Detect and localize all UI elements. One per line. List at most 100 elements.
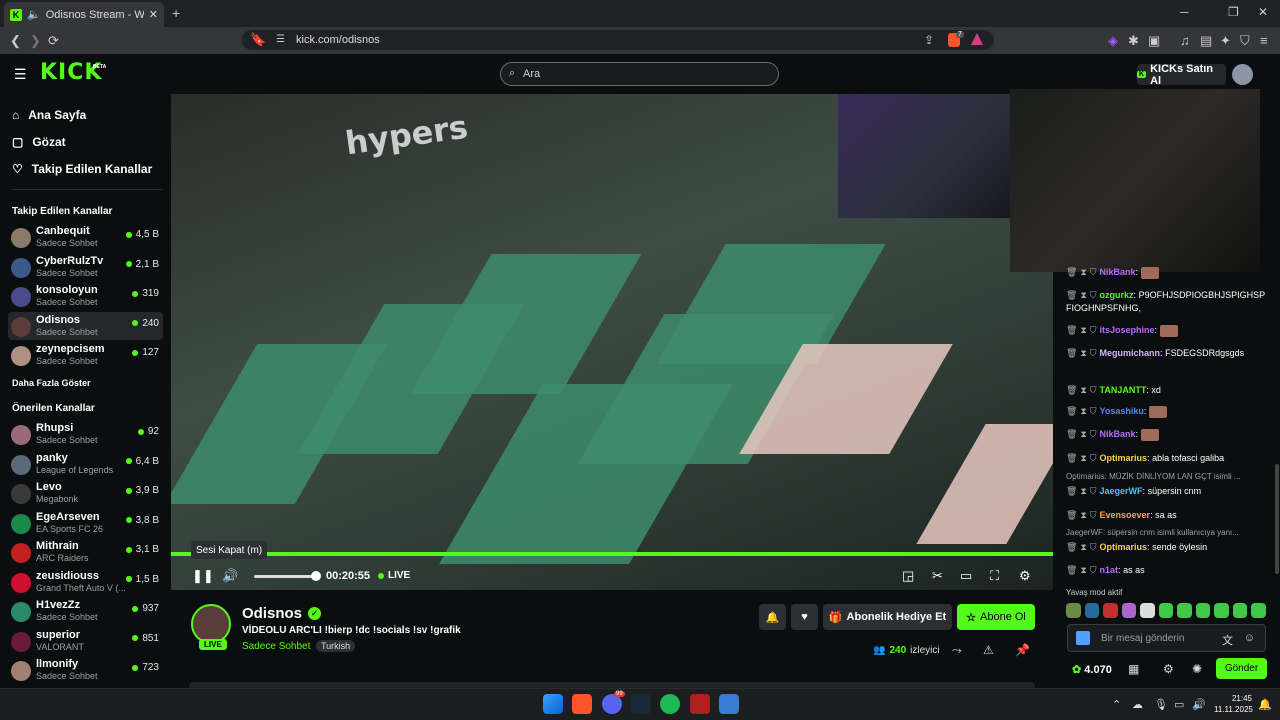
settings-taskbar-icon[interactable] (719, 694, 739, 714)
chat-message[interactable]: 🗑 ⧗ ⛉ ozgurkz: P9OFHJSDPIOGBHJSPIGHSPFIOGHN… (1066, 289, 1270, 315)
ban-icon[interactable]: ⛉ (1090, 542, 1097, 552)
reload-button[interactable]: ⟳ (48, 33, 59, 49)
timeout-icon[interactable]: ⧗ (1080, 429, 1086, 439)
browser-tab[interactable]: K 🔈 Odisnos Stream - Watch Live ✕ (4, 2, 164, 27)
timeout-icon[interactable]: ⧗ (1080, 385, 1086, 395)
emote-icon[interactable] (1066, 603, 1081, 618)
follow-button[interactable]: ♥ (791, 604, 818, 630)
streamer-name[interactable]: Odisnos ✓ (242, 605, 322, 622)
miniplayer-icon[interactable]: ◲ (902, 568, 914, 584)
timeout-icon[interactable]: ⧗ (1080, 486, 1086, 496)
delete-icon[interactable]: 🗑 (1066, 510, 1077, 520)
chat-message[interactable]: 🗑 ⧗ ⛉ NikBank: (1066, 428, 1270, 441)
sidebar-channel-canbequit[interactable]: Canbequit Sadece Sohbet 4,5 B (8, 223, 163, 251)
chat-username[interactable]: Yosashiku (1100, 406, 1144, 416)
delete-icon[interactable]: 🗑 (1066, 325, 1077, 335)
theater-icon[interactable]: ▭ (960, 568, 972, 584)
translate-icon[interactable]: 文 (1222, 632, 1233, 648)
store-icon[interactable]: ▦ (1128, 662, 1139, 676)
timeout-icon[interactable]: ⧗ (1080, 348, 1086, 358)
tab-close-icon[interactable]: ✕ (149, 8, 158, 21)
ban-icon[interactable]: ⛉ (1090, 429, 1097, 439)
chat-username[interactable]: itsJosephine (1100, 325, 1155, 335)
chat-message[interactable]: 🗑 ⧗ ⛉ Megumichann: FSDEGSDRdgsgds (1066, 347, 1270, 360)
chat-message[interactable]: 🗑 ⧗ ⛉ n1at: as as (1066, 564, 1270, 577)
emoji-icon[interactable]: ☺ (1244, 632, 1255, 644)
report-icon[interactable]: ⚠ (983, 643, 994, 657)
sidebar-channel-mithrain[interactable]: Mithrain ARC Raiders 3,1 B (8, 538, 163, 566)
nav-following[interactable]: ♡ Takip Edilen Kanallar (12, 162, 152, 176)
emote-icon[interactable] (1195, 603, 1211, 618)
gift-sub-button[interactable]: 🎁 Abonelik Hediye Et (823, 604, 952, 630)
pin-icon[interactable]: 📌 (1015, 643, 1030, 657)
subscribe-button[interactable]: ☆ Abone Ol (957, 604, 1035, 630)
nav-browse[interactable]: ▢ Gözat (12, 135, 66, 149)
wallet-icon[interactable]: ▤ (1200, 33, 1212, 49)
new-tab-button[interactable]: + (172, 5, 180, 21)
delete-icon[interactable]: 🗑 (1066, 267, 1077, 277)
emote-icon[interactable] (1251, 603, 1267, 618)
timeout-icon[interactable]: ⧗ (1080, 565, 1086, 575)
chat-message[interactable]: 🗑 ⧗ ⛉ Optimarius: abla tofasci galiba (1066, 452, 1270, 465)
ban-icon[interactable]: ⛉ (1090, 385, 1097, 395)
sidebar-channel-levo[interactable]: Levo Megabonk 3,9 B (8, 479, 163, 507)
timeout-icon[interactable]: ⧗ (1080, 290, 1086, 300)
sidebar-channel-rhupsi[interactable]: Rhupsi Sadece Sohbet 92 (8, 420, 163, 448)
twitch-ext-icon[interactable]: ◈ (1108, 33, 1118, 49)
delete-icon[interactable]: 🗑 (1066, 542, 1077, 552)
vpn-icon[interactable]: ⛉ (1240, 33, 1250, 49)
delete-icon[interactable]: 🗑 (1066, 290, 1077, 300)
chat-message[interactable]: 🗑 ⧗ ⛉ Yosashiku: (1066, 405, 1270, 418)
emote-icon[interactable] (1214, 603, 1229, 618)
brave-taskbar-icon[interactable] (572, 694, 592, 714)
tray-chevron-icon[interactable]: ⌃ (1112, 698, 1121, 711)
chat-settings-icon[interactable]: ⚙ (1163, 662, 1174, 676)
chat-username[interactable]: Optimarius (1100, 542, 1148, 552)
show-more-link[interactable]: Daha Fazla Göster (12, 378, 91, 388)
delete-icon[interactable]: 🗑 (1066, 429, 1077, 439)
volume-slider[interactable] (254, 575, 316, 578)
ai-icon[interactable]: ✦ (1220, 33, 1231, 49)
chat-username[interactable]: Evensoever (1100, 510, 1151, 520)
timeout-icon[interactable]: ⧗ (1080, 406, 1086, 416)
chat-message[interactable]: 🗑 ⧗ ⛉ TANJANTT: xd (1066, 384, 1270, 397)
notification-bell-button[interactable]: 🔔 (759, 604, 786, 630)
site-info-icon[interactable]: ☰ (276, 34, 285, 45)
streamer-avatar[interactable] (191, 604, 231, 644)
channel-points[interactable]: ✿ 4.070 (1072, 663, 1112, 676)
menu-icon[interactable]: ≡ (1260, 33, 1268, 48)
fullscreen-icon[interactable]: ⛶ (990, 568, 999, 584)
maximize-button[interactable]: ❐ (1228, 5, 1239, 19)
sidebar-channel-cyberrulztv[interactable]: CyberRulzTv Sadece Sohbet 2,1 B (8, 253, 163, 281)
bookmark-icon[interactable]: 🔖 (250, 32, 266, 48)
spotify-taskbar-icon[interactable] (660, 694, 680, 714)
clip-icon[interactable]: ✂ (932, 568, 943, 584)
app-taskbar-icon[interactable] (690, 694, 710, 714)
emote-icon[interactable] (1084, 603, 1100, 618)
minimize-button[interactable]: ─ (1180, 5, 1189, 19)
delete-icon[interactable]: 🗑 (1066, 565, 1077, 575)
mic-icon[interactable]: 🎙 (1154, 698, 1168, 711)
ban-icon[interactable]: ⛉ (1090, 267, 1097, 277)
video-progress-bar[interactable] (171, 552, 1053, 556)
sidebar-channel-zeusidiouss[interactable]: zeusidiouss Grand Theft Auto V (... 1,5 B (8, 568, 163, 596)
delete-icon[interactable]: 🗑 (1066, 406, 1077, 416)
emote-icon[interactable] (1177, 603, 1192, 618)
timeout-icon[interactable]: ⧗ (1080, 510, 1086, 520)
settings-icon[interactable]: ⚙ (1019, 568, 1031, 584)
cloud-icon[interactable]: ☁ (1132, 698, 1143, 711)
ban-icon[interactable]: ⛉ (1090, 565, 1097, 575)
delete-icon[interactable]: 🗑 (1066, 348, 1077, 358)
emote-icon[interactable] (1140, 603, 1155, 618)
stream-category[interactable]: Sadece Sohbet (242, 641, 310, 652)
timeout-icon[interactable]: ⧗ (1080, 267, 1086, 277)
taskbar-clock[interactable]: 21:45 11.11.2025 (1214, 693, 1253, 715)
share-icon[interactable]: ⇪ (924, 33, 934, 47)
volume-knob[interactable] (311, 571, 321, 581)
hamburger-icon[interactable]: ☰ (14, 66, 27, 83)
emote-icon[interactable] (1232, 603, 1248, 618)
chat-username[interactable]: n1at (1100, 565, 1119, 575)
discord-taskbar-icon[interactable] (602, 694, 622, 714)
extensions-icon[interactable]: ✱ (1128, 33, 1139, 49)
ban-icon[interactable]: ⛉ (1090, 486, 1097, 496)
